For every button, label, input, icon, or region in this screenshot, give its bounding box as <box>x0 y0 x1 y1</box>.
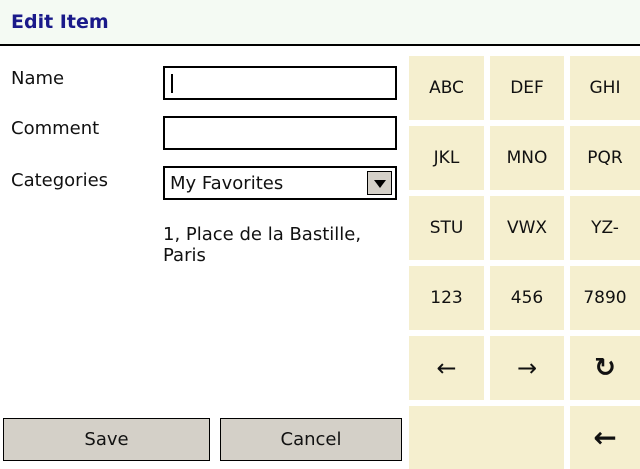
refresh-icon: ↻ <box>594 353 616 383</box>
name-label: Name <box>11 68 65 89</box>
page-title: Edit Item <box>11 11 109 33</box>
name-field[interactable] <box>163 66 397 100</box>
key-456[interactable]: 456 <box>490 266 564 330</box>
key-jkl[interactable]: JKL <box>409 126 484 190</box>
left-arrow-icon: ← <box>436 354 457 382</box>
address-text: 1, Place de la Bastille, Paris <box>163 224 403 266</box>
key-123[interactable]: 123 <box>409 266 484 330</box>
categories-select[interactable]: My Favorites <box>163 166 397 200</box>
key-yz[interactable]: YZ- <box>570 196 640 260</box>
key-vwx[interactable]: VWX <box>490 196 564 260</box>
save-button[interactable]: Save <box>3 418 210 461</box>
comment-label: Comment <box>11 118 100 139</box>
refresh-key[interactable]: ↻ <box>570 336 640 400</box>
right-arrow-key[interactable]: → <box>490 336 564 400</box>
category-selected-value: My Favorites <box>170 173 284 194</box>
address-line-2: Paris <box>163 245 206 266</box>
text-caret <box>171 74 173 93</box>
key-def[interactable]: DEF <box>490 56 564 120</box>
left-arrow-key[interactable]: ← <box>409 336 484 400</box>
key-abc[interactable]: ABC <box>409 56 484 120</box>
categories-label: Categories <box>11 170 109 191</box>
comment-field[interactable] <box>163 116 397 150</box>
address-line-1: 1, Place de la Bastille, <box>163 224 362 245</box>
key-ghi[interactable]: GHI <box>570 56 640 120</box>
title-bar: Edit Item <box>0 0 640 46</box>
space-key[interactable] <box>409 406 564 469</box>
key-pqr[interactable]: PQR <box>570 126 640 190</box>
keypad: ABC DEF GHI JKL MNO PQR STU VWX YZ- 123 … <box>409 56 640 469</box>
key-7890[interactable]: 7890 <box>570 266 640 330</box>
backspace-icon: ← <box>593 421 617 454</box>
dropdown-arrow-icon[interactable] <box>367 171 392 195</box>
key-stu[interactable]: STU <box>409 196 484 260</box>
key-mno[interactable]: MNO <box>490 126 564 190</box>
cancel-button[interactable]: Cancel <box>220 418 402 461</box>
backspace-key[interactable]: ← <box>570 406 640 469</box>
right-arrow-icon: → <box>516 354 538 382</box>
